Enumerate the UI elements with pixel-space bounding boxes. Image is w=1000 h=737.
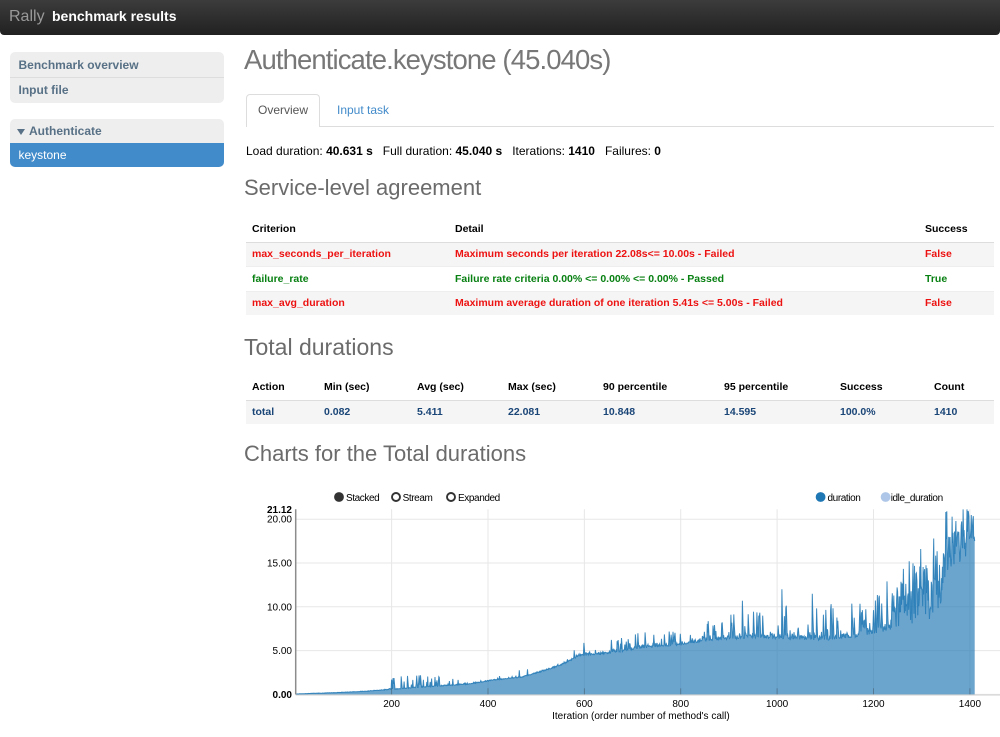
- svg-text:Stacked: Stacked: [346, 493, 379, 504]
- svg-text:200: 200: [383, 699, 400, 710]
- svg-text:10.00: 10.00: [267, 602, 292, 613]
- svg-text:Iteration (order number of met: Iteration (order number of method's call…: [552, 711, 730, 722]
- svg-text:600: 600: [576, 699, 593, 710]
- svg-text:idle_duration: idle_duration: [891, 493, 943, 504]
- svg-text:400: 400: [480, 699, 497, 710]
- svg-text:800: 800: [672, 699, 689, 710]
- svg-text:15.00: 15.00: [267, 559, 292, 570]
- svg-text:1200: 1200: [862, 699, 885, 710]
- svg-text:20.00: 20.00: [267, 515, 292, 526]
- svg-text:5.00: 5.00: [273, 646, 293, 657]
- svg-text:1400: 1400: [959, 699, 982, 710]
- svg-text:Stream: Stream: [403, 493, 433, 504]
- svg-text:1000: 1000: [766, 699, 789, 710]
- svg-text:Expanded: Expanded: [458, 493, 500, 504]
- svg-text:0.00: 0.00: [273, 690, 293, 701]
- svg-text:duration: duration: [828, 493, 861, 504]
